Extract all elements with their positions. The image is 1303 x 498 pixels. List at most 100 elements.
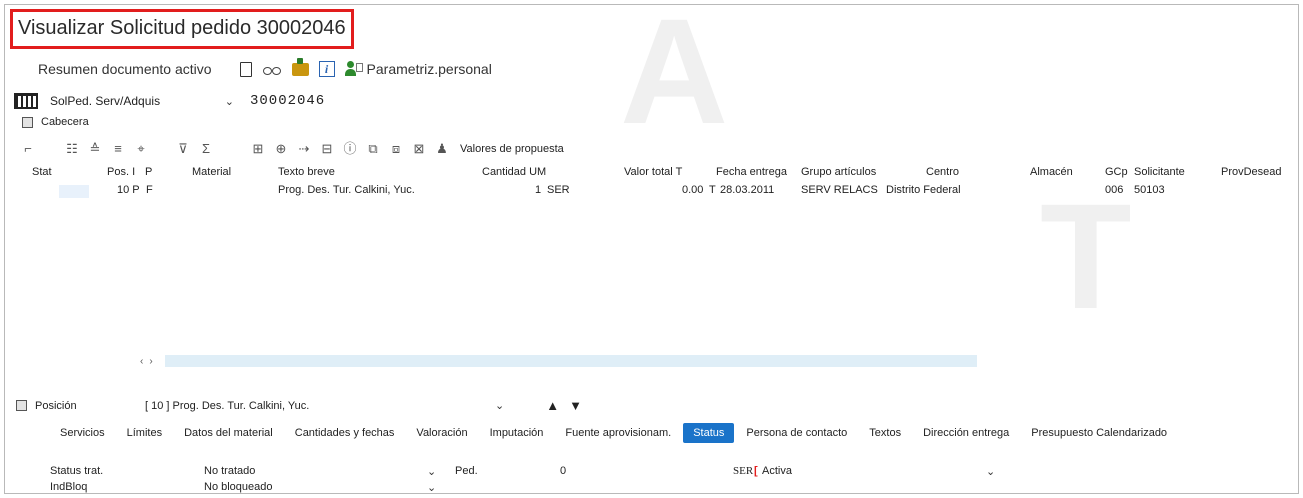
center-cell: Distrito Federal — [886, 184, 961, 196]
position-label: Posición — [35, 399, 77, 412]
unit-cell: SER — [547, 184, 570, 196]
grid-toolbar: ⌐ ☷ ≙ ≡ ⌖ ⊽ Σ ⊞ ⊕ ⇢ ⊟ ⓘ ⧉ ⧈ ⊠ ♟ Valores … — [21, 140, 564, 158]
chevron-down-icon: ⌄ — [224, 95, 234, 108]
position-row: Posición [ 10 ] Prog. Des. Tur. Calkini,… — [16, 398, 666, 413]
column-header[interactable]: Stat — [32, 166, 52, 178]
scroll-right-icon[interactable]: › — [149, 356, 152, 367]
details-icon[interactable]: ☷ — [65, 142, 79, 155]
block-chevron-icon[interactable]: ⌄ — [427, 481, 436, 494]
personal-settings-icon[interactable] — [344, 61, 363, 77]
tab-scheduled-budget[interactable]: Presupuesto Calendarizado — [1031, 427, 1167, 439]
find-icon[interactable]: ⌖ — [134, 142, 148, 155]
header-section-label: Cabecera — [41, 116, 89, 128]
cart-icon — [14, 93, 38, 109]
horizontal-scrollbar[interactable]: ‹ › — [140, 355, 977, 367]
export-icon[interactable]: ⇢ — [297, 142, 311, 155]
delete-icon[interactable]: ⊠ — [412, 142, 426, 155]
material-group-cell: SERV RELACS — [801, 184, 878, 196]
document-selection-row: SolPed. Serv/Adquis ⌄ 30002046 — [14, 88, 325, 114]
state-chevron-icon[interactable]: ⌄ — [986, 465, 995, 478]
tax-type-cell: T — [709, 184, 716, 196]
quantity-cell: 1 — [535, 184, 542, 196]
tab-status[interactable]: Status — [683, 423, 735, 443]
block-row: IndBloq No bloqueado ⌄ — [50, 481, 1000, 498]
purchasing-group-cell: 006 — [1105, 184, 1124, 196]
status-label: Status trat. — [50, 465, 104, 477]
tab-account-assignment[interactable]: Imputación — [490, 427, 544, 439]
info-icon[interactable]: i — [318, 61, 335, 77]
column-header[interactable]: Material — [192, 166, 231, 178]
column-header[interactable]: Fecha entrega — [716, 166, 787, 178]
column-header[interactable]: Pos. I — [107, 166, 135, 178]
scroll-left-icon[interactable]: ‹ — [140, 356, 143, 367]
print-icon[interactable]: ⊞ — [251, 142, 265, 155]
scroll-track[interactable] — [164, 355, 977, 367]
column-header[interactable]: Texto breve — [278, 166, 335, 178]
tab-quantities-dates[interactable]: Cantidades y fechas — [295, 427, 395, 439]
document-type-select[interactable]: SolPed. Serv/Adquis ⌄ — [50, 94, 240, 108]
view-icon[interactable]: ⊕ — [274, 142, 288, 155]
block-label: IndBloq — [50, 481, 88, 493]
position-chevron-icon[interactable]: ⌄ — [495, 399, 504, 412]
default-values-button[interactable]: Valores de propuesta — [460, 143, 564, 155]
default-values-icon[interactable]: ♟ — [435, 142, 449, 155]
next-item-icon[interactable]: ▼ — [569, 398, 582, 413]
sum-icon[interactable]: Σ — [199, 142, 213, 155]
display-icon[interactable] — [262, 62, 282, 76]
tab-contact-person[interactable]: Persona de contacto — [746, 427, 847, 439]
header-section-icon — [22, 116, 33, 128]
ped-value: 0 — [560, 465, 567, 477]
tab-texts[interactable]: Textos — [869, 427, 901, 439]
position-icon[interactable] — [16, 400, 27, 411]
total-value-cell: 0.00 — [682, 184, 704, 196]
hold-icon[interactable] — [291, 57, 309, 76]
column-header[interactable]: GCp — [1105, 166, 1128, 178]
column-header[interactable]: ProvDesead — [1221, 166, 1282, 178]
previous-item-icon[interactable]: ▲ — [546, 398, 559, 413]
position-select[interactable]: [ 10 ] Prog. Des. Tur. Calkini, Yuc. — [145, 400, 495, 412]
paste-icon[interactable]: ⧈ — [389, 142, 403, 155]
application-toolbar: Resumen documento activo i Parametriz.pe… — [38, 57, 492, 81]
column-header[interactable]: Grupo artículos — [801, 166, 876, 178]
sort-descending-icon[interactable]: ≡ — [111, 142, 125, 155]
page-title: Visualizar Solicitud pedido 30002046 — [18, 17, 346, 39]
ped-label: Ped. — [455, 465, 478, 477]
tab-valuation[interactable]: Valoración — [416, 427, 467, 439]
unit-label: SER — [733, 465, 754, 477]
copy-icon[interactable]: ⧉ — [366, 142, 380, 155]
status-chevron-icon[interactable]: ⌄ — [427, 465, 436, 478]
filter-icon[interactable]: ⊽ — [176, 142, 190, 155]
delivery-date-cell: 28.03.2011 — [720, 184, 775, 196]
new-document-icon[interactable] — [239, 61, 252, 77]
column-header[interactable]: P — [145, 166, 152, 178]
item-tabs: Servicios Límites Datos del material Can… — [60, 422, 1189, 444]
tab-limits[interactable]: Límites — [127, 427, 162, 439]
sort-ascending-icon[interactable]: ≙ — [88, 142, 102, 155]
document-type-label: SolPed. Serv/Adquis — [50, 94, 161, 108]
column-header[interactable]: Centro — [926, 166, 959, 178]
tab-material-data[interactable]: Datos del material — [184, 427, 273, 439]
personal-settings-button[interactable]: Parametriz.personal — [367, 61, 492, 77]
state-select[interactable]: Activa — [762, 465, 792, 477]
tab-delivery-address[interactable]: Dirección entrega — [923, 427, 1009, 439]
document-number[interactable]: 30002046 — [250, 93, 325, 109]
header-expander[interactable]: Cabecera — [22, 116, 89, 128]
tab-services[interactable]: Servicios — [60, 427, 105, 439]
position-cell: 10 P — [117, 184, 140, 196]
bracket-left-icon: [ — [754, 465, 758, 477]
status-select[interactable]: No tratado — [204, 465, 255, 477]
column-header[interactable]: Almacén — [1030, 166, 1073, 178]
requester-cell: 50103 — [1134, 184, 1165, 196]
column-header[interactable]: Solicitante — [1134, 166, 1185, 178]
grid-info-icon[interactable]: ⓘ — [343, 142, 357, 155]
column-header[interactable]: Valor total T — [624, 166, 682, 178]
layout-icon[interactable]: ⊟ — [320, 142, 334, 155]
item-type-cell: F — [146, 184, 153, 196]
tab-source-supply[interactable]: Fuente aprovisionam. — [565, 427, 671, 439]
status-cell — [59, 185, 89, 198]
summary-button[interactable]: Resumen documento activo — [38, 61, 212, 77]
collapse-icon[interactable]: ⌐ — [21, 142, 35, 155]
block-select[interactable]: No bloqueado — [204, 481, 273, 493]
short-text-cell: Prog. Des. Tur. Calkini, Yuc. — [278, 184, 415, 196]
column-header[interactable]: Cantidad UM — [482, 166, 546, 178]
